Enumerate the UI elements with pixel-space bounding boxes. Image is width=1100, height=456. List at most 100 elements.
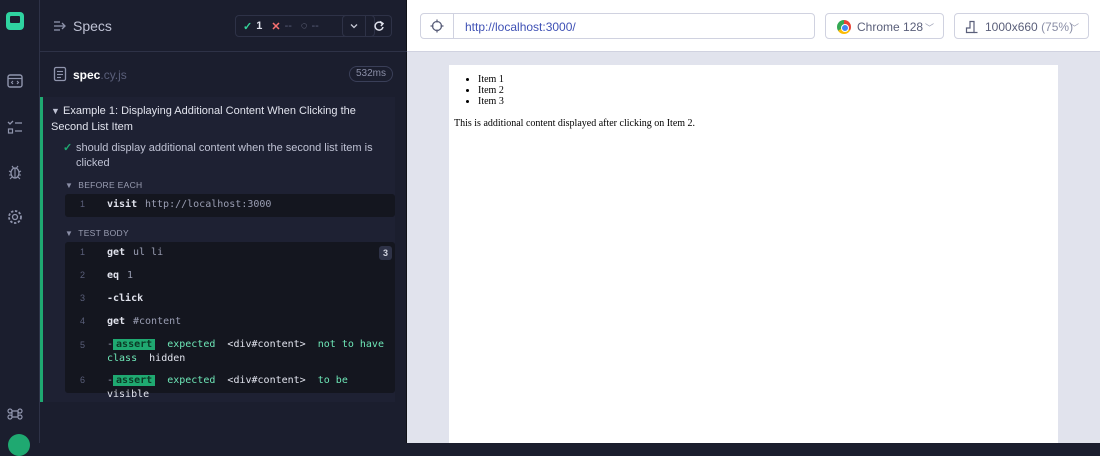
spec-duration-badge: 532ms <box>348 66 393 82</box>
test-body-commands: 1 get ul li 3 2 eq 1 3 -click 4 get #con… <box>65 242 395 400</box>
specs-list-icon[interactable] <box>6 118 24 136</box>
list-item[interactable]: Item 3 <box>478 96 504 107</box>
command-message: 1 <box>127 270 134 281</box>
list-item[interactable]: Item 1 <box>478 74 504 85</box>
passed-count: 1 <box>256 20 263 32</box>
assert-value: hidden <box>149 353 186 364</box>
chrome-icon <box>837 20 851 34</box>
assert-tag: assert <box>113 339 156 350</box>
assert-text: to be <box>317 375 348 386</box>
reload-icon <box>373 20 384 31</box>
chevron-down-icon: ﹀ <box>924 23 934 33</box>
element-count-badge: 3 <box>379 246 392 260</box>
test-suite: ▼ Example 1: Displaying Additional Conten… <box>40 97 395 402</box>
sidebar-rail <box>0 0 40 456</box>
assert-message: - assert expected <div#content> not to ha… <box>107 339 384 364</box>
assert-value: visible <box>107 389 150 400</box>
browser-toolbar: http://localhost:3000/ Chrome 128 ﹀ 1000… <box>407 0 1100 52</box>
assert-tag: assert <box>113 375 156 386</box>
viewport-scale: (75%) <box>1041 20 1074 34</box>
status-indicator-icon <box>8 434 30 456</box>
viewport-text: 1000x660 (75%) <box>985 20 1073 34</box>
command-row[interactable]: 1 visit http://localhost:3000 <box>65 194 395 217</box>
command-number: 2 <box>79 270 85 280</box>
command-name: get <box>107 247 126 258</box>
url-text: http://localhost:3000/ <box>465 20 576 34</box>
assert-text: not to have <box>317 339 384 350</box>
command-number: 1 <box>79 247 85 257</box>
chevron-down-icon <box>350 24 358 29</box>
command-row[interactable]: 3 -click <box>65 288 395 311</box>
document-icon <box>53 66 67 82</box>
suite-title-text: Example 1: Displaying Additional Content… <box>51 105 356 133</box>
crosshair-target-icon <box>430 19 444 33</box>
command-name: -click <box>107 293 144 304</box>
aut-preview-area: http://localhost:3000/ Chrome 128 ﹀ 1000… <box>407 0 1100 443</box>
specs-label[interactable]: Specs <box>73 18 112 34</box>
command-number: 3 <box>79 293 85 303</box>
item-list: Item 1 Item 2 Item 3 <box>478 74 504 107</box>
url-bar[interactable]: http://localhost:3000/ <box>420 13 815 39</box>
command-row-assert[interactable]: 5 - assert expected <div#content> not to … <box>65 334 395 370</box>
viewport-size: 1000x660 <box>985 20 1038 34</box>
settings-gear-icon[interactable] <box>6 208 24 226</box>
test-body-header[interactable]: ▼ TEST BODY <box>65 228 129 238</box>
assert-subject: <div#content> <box>227 339 306 350</box>
debug-bug-icon[interactable] <box>6 163 24 181</box>
browser-selector[interactable]: Chrome 128 ﹀ <box>825 13 944 39</box>
command-name: visit <box>107 199 138 210</box>
assert-text: class <box>107 353 138 364</box>
command-row[interactable]: 4 get #content <box>65 311 395 334</box>
command-row[interactable]: 2 eq 1 <box>65 265 395 288</box>
suite-title[interactable]: ▼ Example 1: Displaying Additional Conten… <box>51 103 391 135</box>
assert-message: - assert expected <div#content> to be vis… <box>107 375 348 400</box>
specs-nav-icon[interactable] <box>52 18 68 34</box>
assert-text: expected <box>167 339 216 350</box>
before-each-label: BEFORE EACH <box>78 180 143 190</box>
keyboard-shortcuts-icon[interactable] <box>6 405 24 423</box>
chevron-down-icon: ▼ <box>65 181 74 190</box>
passed-check-icon: ✓ <box>243 20 253 33</box>
browser-name: Chrome 128 <box>857 20 924 34</box>
passed-check-icon: ✓ <box>63 142 73 154</box>
reporter-header: Specs ✓ 1 ✕ -- ◌ -- <box>40 0 407 52</box>
before-each-commands: 1 visit http://localhost:3000 <box>65 194 395 217</box>
spec-filename-ext: .cy.js <box>100 68 127 82</box>
list-item[interactable]: Item 2 <box>478 85 504 96</box>
viewport-selector[interactable]: 1000x660 (75%) ﹀ <box>954 13 1089 39</box>
command-message: http://localhost:3000 <box>145 199 272 210</box>
pending-circle-icon: ◌ <box>300 20 308 32</box>
command-name: eq <box>107 270 120 281</box>
spec-file-row: spec.cy.js 532ms <box>40 60 407 88</box>
viewport-icon <box>965 20 978 34</box>
collapse-button[interactable] <box>342 15 366 37</box>
command-number: 5 <box>79 340 85 350</box>
test-title[interactable]: ✓ should display additional content when … <box>63 141 373 171</box>
test-title-text: should display additional content when t… <box>76 142 373 169</box>
before-each-header[interactable]: ▼ BEFORE EACH <box>65 180 142 190</box>
command-message: ul li <box>133 247 164 258</box>
cypress-logo-icon[interactable] <box>6 12 24 30</box>
test-body-label: TEST BODY <box>78 228 129 238</box>
command-row[interactable]: 1 get ul li 3 <box>65 242 395 265</box>
command-name: get <box>107 316 126 327</box>
reload-button[interactable] <box>366 15 392 37</box>
chevron-down-icon: ﹀ <box>1069 23 1079 33</box>
spec-filename-base: spec <box>73 68 101 82</box>
failed-x-icon: ✕ <box>271 20 281 33</box>
selector-playground-button[interactable] <box>421 14 454 38</box>
failed-count: -- <box>284 20 292 32</box>
reporter-panel: Specs ✓ 1 ✕ -- ◌ -- spec.cy.js 532ms ▼ Ex… <box>40 0 407 443</box>
chevron-down-icon: ▼ <box>51 106 60 116</box>
additional-content: This is additional content displayed aft… <box>454 118 696 129</box>
application-under-test-frame: Item 1 Item 2 Item 3 This is additional … <box>449 65 1058 443</box>
command-row-assert[interactable]: 6 - assert expected <div#content> to be v… <box>65 370 395 400</box>
chevron-down-icon: ▼ <box>65 229 74 238</box>
pending-count: -- <box>311 20 319 32</box>
command-number: 1 <box>79 199 85 209</box>
spec-filename[interactable]: spec.cy.js <box>73 68 127 82</box>
runs-icon[interactable] <box>6 72 24 90</box>
assert-text: expected <box>167 375 216 386</box>
command-number: 4 <box>79 316 85 326</box>
command-number: 6 <box>79 375 85 385</box>
